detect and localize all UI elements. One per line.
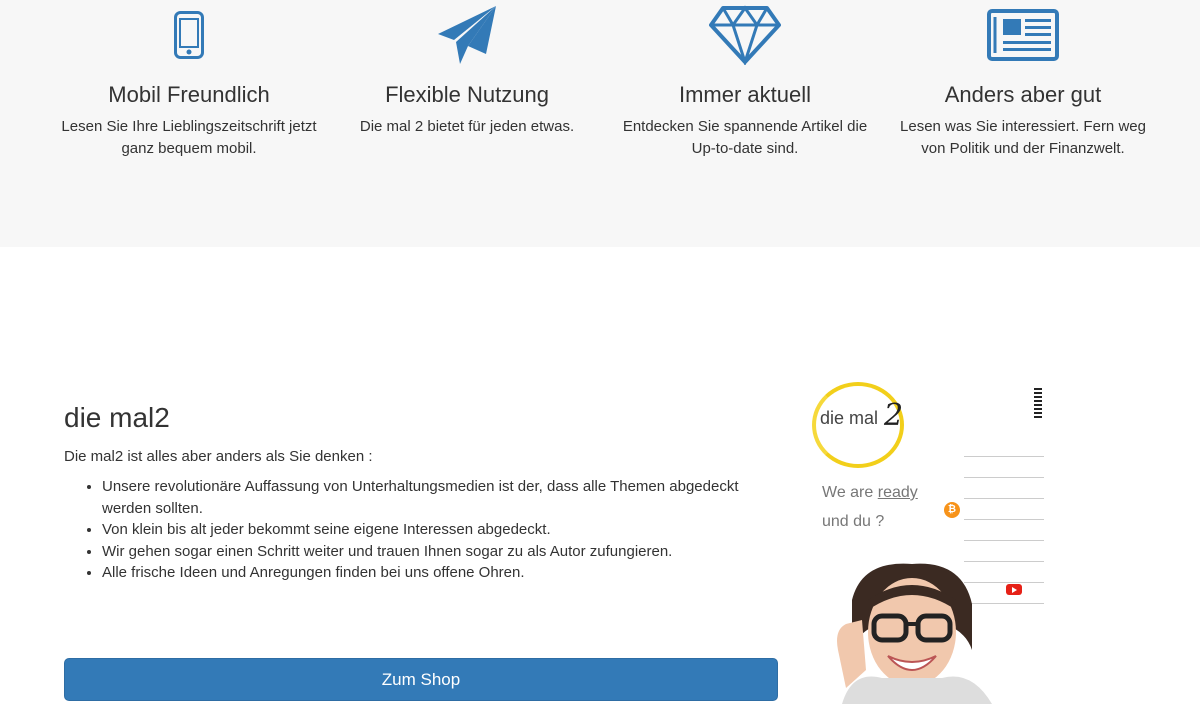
bitcoin-icon: ₿ [944, 502, 960, 518]
feature-text: Die mal 2 bietet für jeden etwas. [359, 118, 575, 135]
youtube-icon [1006, 584, 1022, 595]
woman-with-glasses-image [837, 563, 992, 704]
divider [964, 540, 1044, 541]
promo-tagline-prefix: We are [822, 484, 878, 501]
features-section: Mobil Freundlich Lesen Sie Ihre Liebling… [0, 0, 1200, 247]
list-item: Wir gehen sogar einen Schritt weiter und… [102, 541, 778, 563]
promo-tagline: We are ready [822, 484, 918, 502]
feature-mobile: Mobil Freundlich Lesen Sie Ihre Liebling… [54, 0, 324, 160]
divider [964, 477, 1044, 478]
feature-current: Immer aktuell Entdecken Sie spannende Ar… [610, 0, 880, 160]
about-section: die mal2 Die mal2 ist alles aber anders … [64, 400, 778, 584]
divider [964, 456, 1044, 457]
feature-title: Immer aktuell [678, 82, 812, 107]
feature-title: Anders aber gut [944, 82, 1102, 107]
logo-text: die mal [820, 408, 879, 428]
promo-tagline-highlight: ready [877, 484, 918, 501]
list-item: Unsere revolutionäre Auffassung von Unte… [102, 476, 778, 519]
feature-title: Flexible Nutzung [385, 82, 549, 107]
feature-text: Lesen was Sie interessiert. Fern weg von… [900, 118, 1146, 157]
promo-tagline-2: und du ? [822, 513, 885, 530]
divider [964, 519, 1044, 520]
list-item: Von klein bis alt jeder bekommt seine ei… [102, 519, 778, 541]
paper-plane-icon [332, 0, 602, 70]
feature-text: Entdecken Sie spannende Artikel die Up-t… [622, 118, 868, 157]
diamond-icon [610, 0, 880, 70]
feature-text: Lesen Sie Ihre Lieblingszeitschrift jetz… [61, 118, 317, 157]
newspaper-icon [888, 0, 1158, 70]
barcode-icon [1034, 388, 1042, 420]
list-item: Alle frische Ideen und Anregungen finden… [102, 562, 778, 584]
magazine-cover-image: die mal 2 ₿ We are ready und du ? [808, 380, 1052, 704]
feature-flexible: Flexible Nutzung Die mal 2 bietet für je… [332, 0, 602, 138]
mobile-phone-icon [54, 0, 324, 70]
about-bullet-list: Unsere revolutionäre Auffassung von Unte… [64, 476, 778, 584]
about-intro: Die mal2 ist alles aber anders als Sie d… [64, 448, 373, 465]
feature-title: Mobil Freundlich [108, 82, 270, 107]
feature-different: Anders aber gut Lesen was Sie interessie… [888, 0, 1158, 160]
shop-button[interactable]: Zum Shop [64, 658, 778, 701]
logo-number: 2 [884, 398, 904, 433]
divider [964, 498, 1044, 499]
about-heading: die mal2 [64, 402, 170, 433]
